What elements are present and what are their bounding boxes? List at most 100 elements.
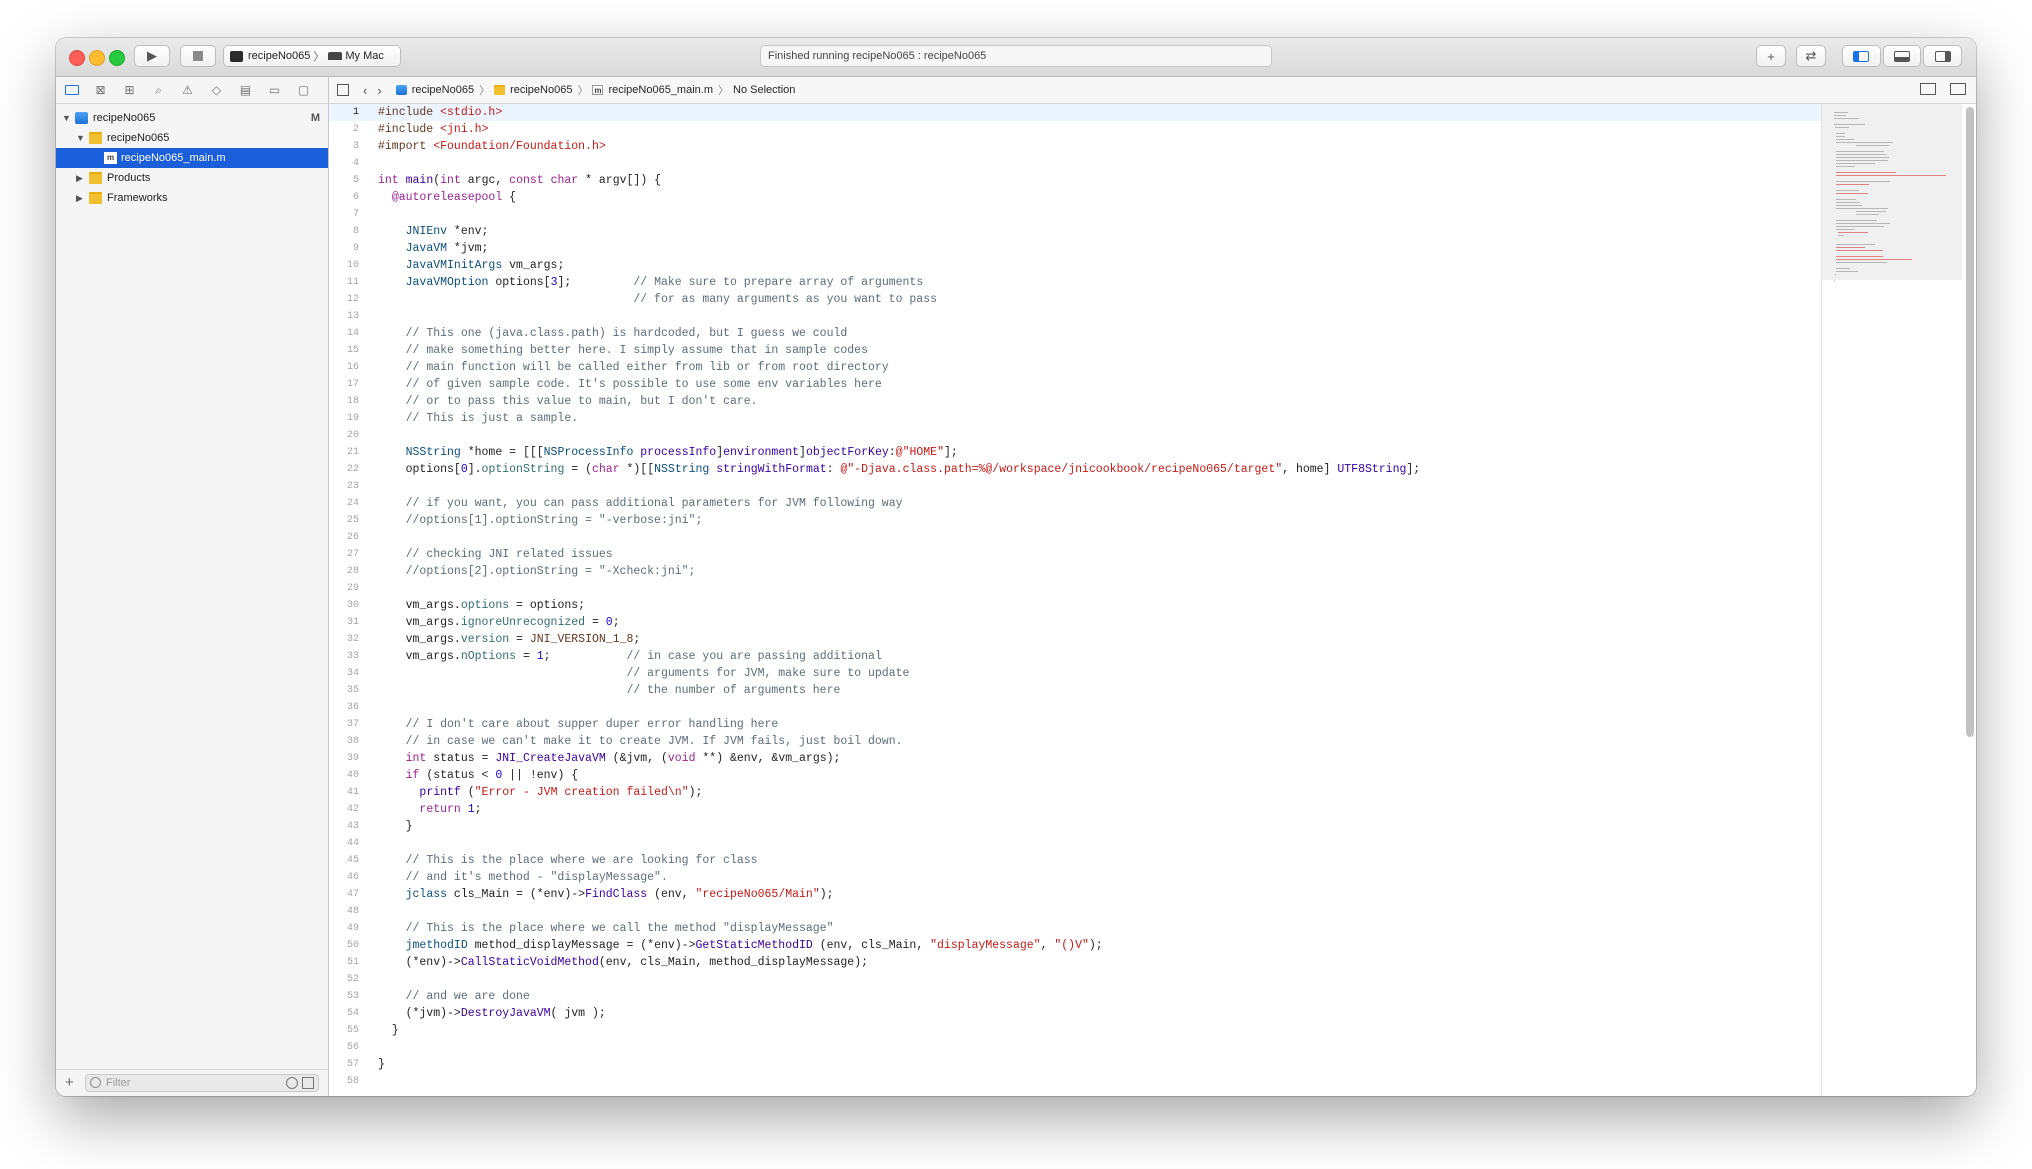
breadcrumb-group[interactable]: recipeNo065 〉 [494,82,588,98]
scheme-selector[interactable]: recipeNo065 〉 My Mac [223,45,401,67]
code-line[interactable]: 52 [329,971,1822,988]
code-line[interactable]: 42 return 1; [329,801,1822,818]
code-line[interactable]: 55 } [329,1022,1822,1039]
code-line[interactable]: 40 if (status < 0 || !env) { [329,767,1822,784]
back-arrow-icon[interactable]: ‹ [363,83,367,98]
line-number[interactable]: 3 [329,138,359,155]
code-line[interactable]: 16 // main function will be called eithe… [329,359,1822,376]
disclosure-open-icon[interactable]: ▼ [76,128,85,148]
add-editor-icon[interactable] [1950,83,1966,95]
code-line[interactable]: 9 JavaVM *jvm; [329,240,1822,257]
test-navigator-tab[interactable]: ◇ [207,81,226,100]
code-line[interactable]: 3 #import <Foundation/Foundation.h> [329,138,1822,155]
symbol-navigator-tab[interactable]: ⊞ [120,81,139,100]
line-number[interactable]: 48 [329,903,359,920]
line-number[interactable]: 35 [329,682,359,699]
code-line[interactable]: 2 #include <jni.h> [329,121,1822,138]
code-line[interactable]: 15 // make something better here. I simp… [329,342,1822,359]
toggle-debug-area-button[interactable] [1882,45,1922,67]
code-line[interactable]: 43 } [329,818,1822,835]
editor-options-icon[interactable] [1920,83,1936,95]
minimize-window-button[interactable] [89,50,105,66]
line-number[interactable]: 22 [329,461,359,478]
breadcrumb-project[interactable]: recipeNo065 〉 [395,82,490,98]
code-line[interactable]: 8 JNIEnv *env; [329,223,1822,240]
disclosure-closed-icon[interactable]: ▶ [76,188,83,208]
code-line[interactable]: 19 // This is just a sample. [329,410,1822,427]
vertical-scrollbar[interactable] [1966,107,1974,737]
code-line[interactable]: 58 [329,1073,1822,1090]
code-line[interactable]: 27 // checking JNI related issues [329,546,1822,563]
breadcrumb-file[interactable]: m recipeNo065_main.m 〉 [592,82,729,98]
line-number[interactable]: 52 [329,971,359,988]
tree-item-products[interactable]: ▶ Products [56,168,328,188]
line-number[interactable]: 16 [329,359,359,376]
line-number[interactable]: 41 [329,784,359,801]
code-line[interactable]: 22 options[0].optionString = (char *)[[N… [329,461,1822,478]
code-line[interactable]: 45 // This is the place where we are loo… [329,852,1822,869]
line-number[interactable]: 38 [329,733,359,750]
toggle-navigator-button[interactable] [1842,45,1881,67]
add-file-button[interactable]: + [65,1074,74,1091]
line-number[interactable]: 13 [329,308,359,325]
line-number[interactable]: 46 [329,869,359,886]
code-line[interactable]: 50 jmethodID method_displayMessage = (*e… [329,937,1822,954]
line-number[interactable]: 2 [329,121,359,138]
line-number[interactable]: 42 [329,801,359,818]
line-number[interactable]: 5 [329,172,359,189]
code-line[interactable]: 44 [329,835,1822,852]
find-navigator-tab[interactable]: ⌕ [149,81,168,100]
line-number[interactable]: 14 [329,325,359,342]
breadcrumb-symbol[interactable]: No Selection [733,84,795,96]
line-number[interactable]: 45 [329,852,359,869]
close-window-button[interactable] [69,50,85,66]
line-number[interactable]: 15 [329,342,359,359]
code-line[interactable]: 12 // for as many arguments as you want … [329,291,1822,308]
code-line[interactable]: 57} [329,1056,1822,1073]
code-review-button[interactable]: ⇄ [1796,45,1826,67]
tree-item-project[interactable]: ▼ recipeNo065 M [56,108,328,128]
line-number[interactable]: 53 [329,988,359,1005]
code-line[interactable]: 13 [329,308,1822,325]
code-line[interactable]: 18 // or to pass this value to main, but… [329,393,1822,410]
line-number[interactable]: 50 [329,937,359,954]
code-line[interactable]: 26 [329,529,1822,546]
code-line[interactable]: 28 //options[2].optionString = "-Xcheck:… [329,563,1822,580]
code-line[interactable]: 25 //options[1].optionString = "-verbose… [329,512,1822,529]
code-line[interactable]: 6 @autoreleasepool { [329,189,1822,206]
line-number[interactable]: 17 [329,376,359,393]
line-number[interactable]: 30 [329,597,359,614]
line-number[interactable]: 11 [329,274,359,291]
code-line[interactable]: 29 [329,580,1822,597]
line-number[interactable]: 8 [329,223,359,240]
line-number[interactable]: 9 [329,240,359,257]
code-line[interactable]: 23 [329,478,1822,495]
source-control-filter-icon[interactable] [302,1077,314,1089]
line-number[interactable]: 7 [329,206,359,223]
line-number[interactable]: 49 [329,920,359,937]
forward-arrow-icon[interactable]: › [377,83,381,98]
line-number[interactable]: 44 [329,835,359,852]
code-line[interactable]: 5 int main(int argc, const char * argv[])… [329,172,1822,189]
line-number[interactable]: 1 [329,104,359,121]
line-number[interactable]: 26 [329,529,359,546]
line-number[interactable]: 34 [329,665,359,682]
line-number[interactable]: 28 [329,563,359,580]
code-text-area[interactable]: 1 #include <stdio.h> 2 #include <jni.h> 3 #im… [329,104,1822,1096]
code-line[interactable]: 46 // and it's method - "displayMessage"… [329,869,1822,886]
code-line[interactable]: 48 [329,903,1822,920]
line-number[interactable]: 43 [329,818,359,835]
source-control-tab[interactable]: ⊠ [91,81,110,100]
code-line[interactable]: 10 JavaVMInitArgs vm_args; [329,257,1822,274]
code-line[interactable]: 36 [329,699,1822,716]
code-line[interactable]: 31 vm_args.ignoreUnrecognized = 0; [329,614,1822,631]
code-line[interactable]: 41 printf ("Error - JVM creation failed\… [329,784,1822,801]
issue-navigator-tab[interactable]: ⚠ [178,81,197,100]
code-line[interactable]: 34 // arguments for JVM, make sure to up… [329,665,1822,682]
code-line[interactable]: 35 // the number of arguments here [329,682,1822,699]
code-line[interactable]: 14 // This one (java.class.path) is hard… [329,325,1822,342]
run-button[interactable]: ▶ [134,45,170,67]
tree-item-frameworks[interactable]: ▶ Frameworks [56,188,328,208]
line-number[interactable]: 4 [329,155,359,172]
recent-files-icon[interactable] [286,1077,298,1089]
